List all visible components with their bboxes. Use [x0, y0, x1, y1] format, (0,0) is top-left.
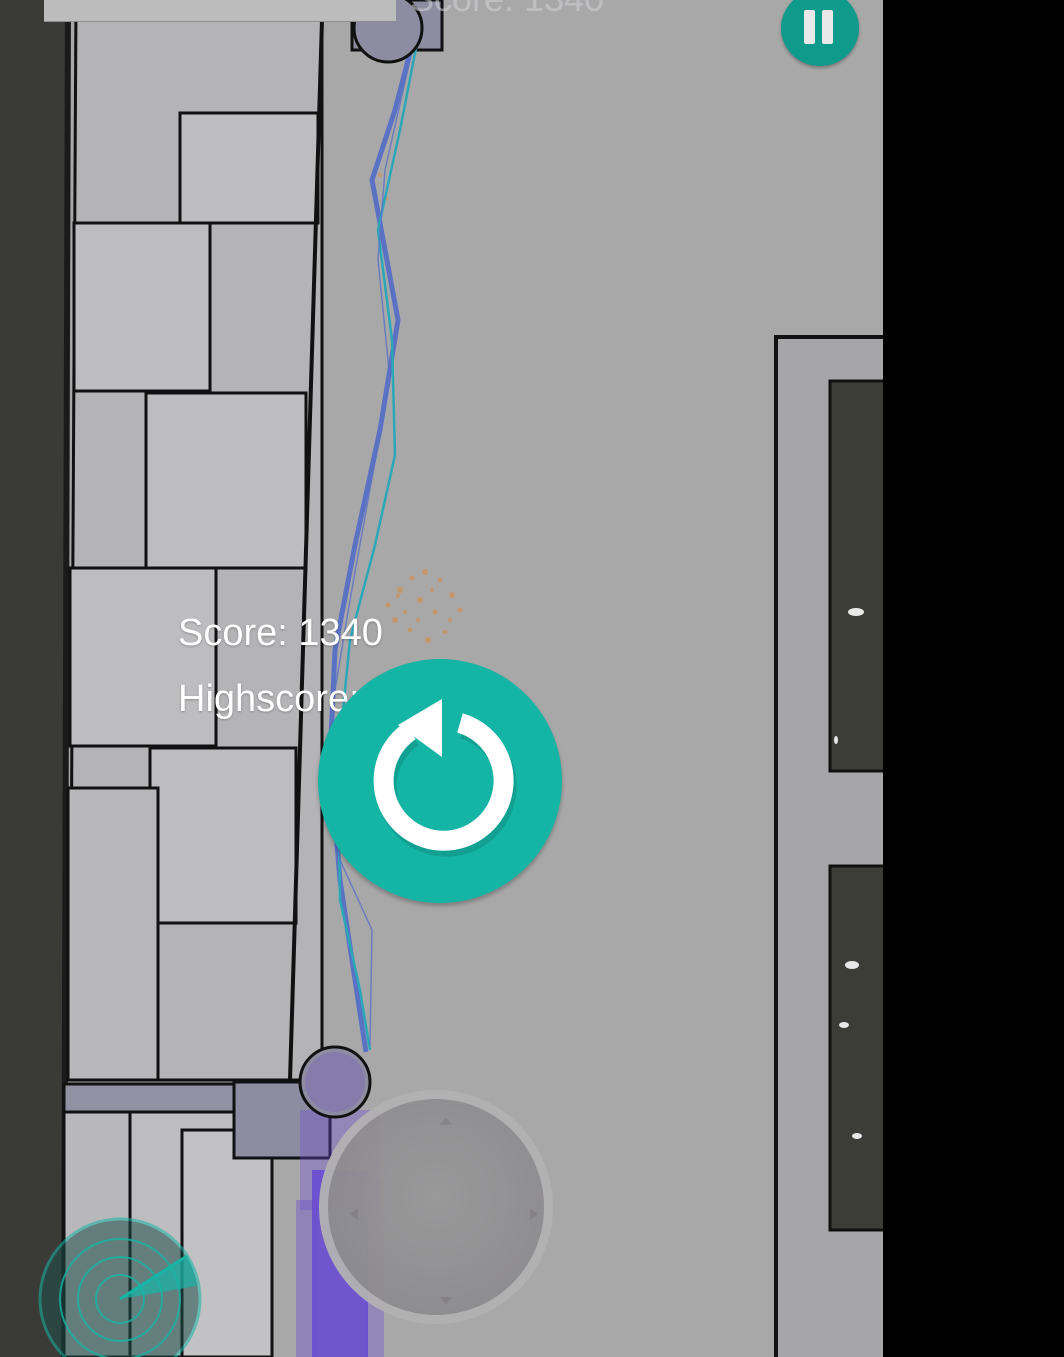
top-bar — [44, 0, 396, 22]
left-wall — [0, 0, 68, 1357]
building-blocks — [66, 0, 324, 1082]
right-window-bottom — [828, 864, 883, 1232]
radar-icon — [38, 1217, 202, 1357]
joystick[interactable] — [319, 1090, 553, 1324]
orange-particles — [378, 173, 463, 643]
right-window-top — [828, 379, 883, 773]
player-ball-glow — [305, 1052, 365, 1112]
game-over-score: Score: 1340 — [178, 612, 383, 654]
game-viewport[interactable]: Score: 1340 Score: 1340 Highscore: 1980 — [0, 0, 883, 1357]
restart-icon — [373, 699, 517, 857]
top-score-label: Score: 1340 — [410, 0, 604, 20]
restart-button[interactable] — [318, 659, 562, 903]
